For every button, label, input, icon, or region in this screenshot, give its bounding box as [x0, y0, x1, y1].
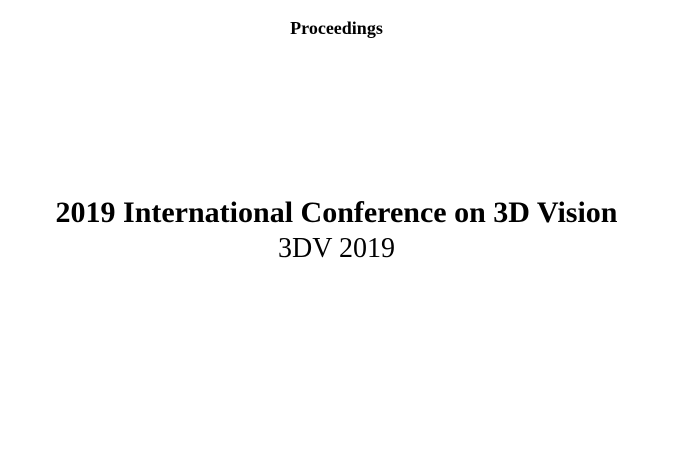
proceedings-label: Proceedings	[290, 18, 383, 38]
document-page: Proceedings 2019 International Conferenc…	[0, 0, 687, 459]
conference-title: 2019 International Conference on 3D Visi…	[55, 196, 618, 229]
conference-acronym: 3DV 2019	[278, 233, 395, 264]
